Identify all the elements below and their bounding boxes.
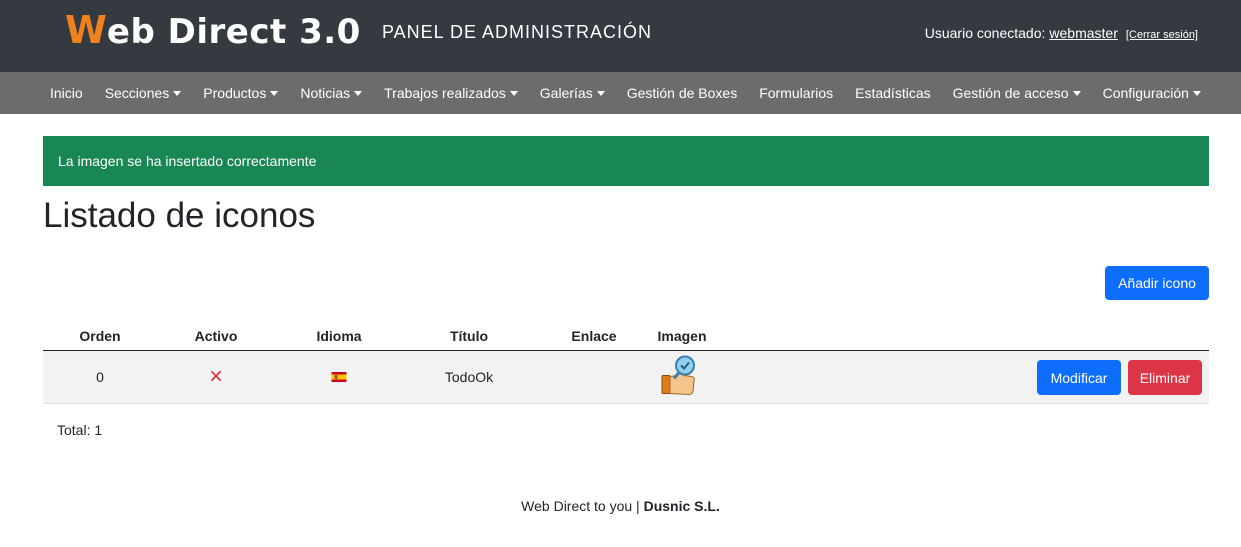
nav-item-trabajos-realizados[interactable]: Trabajos realizados: [373, 85, 529, 101]
brand-initial: W: [65, 8, 107, 52]
spain-flag-icon: [331, 372, 347, 382]
col-enlace[interactable]: Enlace: [571, 328, 616, 344]
nav-item-estadisticas[interactable]: Estadísticas: [844, 85, 941, 101]
top-header: Web Direct 3.0 PANEL DE ADMINISTRACIÓN U…: [0, 0, 1241, 72]
add-icon-button[interactable]: Añadir icono: [1105, 266, 1209, 300]
total-count: Total: 1: [57, 422, 103, 438]
icons-table: Orden Activo Idioma Título Enlace Imagen…: [43, 320, 1209, 404]
nav-item-secciones[interactable]: Secciones: [94, 85, 193, 101]
col-idioma[interactable]: Idioma: [316, 328, 361, 344]
modify-button[interactable]: Modificar: [1037, 360, 1121, 395]
chevron-down-icon: [173, 90, 182, 96]
user-label: Usuario conectado:: [924, 25, 1046, 41]
col-imagen[interactable]: Imagen: [657, 328, 706, 344]
chevron-down-icon: [596, 90, 605, 96]
nav-item-configuracion[interactable]: Configuración: [1092, 85, 1212, 101]
page-title: Listado de iconos: [43, 196, 316, 235]
main-nav: Inicio Secciones Productos Noticias Trab…: [0, 72, 1241, 114]
footer-text: Web Direct to you |: [521, 498, 640, 514]
chevron-down-icon: [1192, 90, 1201, 96]
logout-link[interactable]: [Cerrar sesión]: [1126, 29, 1198, 41]
brand-logo: Web Direct 3.0: [65, 8, 361, 58]
username-link[interactable]: webmaster: [1049, 25, 1117, 41]
chevron-down-icon: [509, 90, 518, 96]
nav-item-gestion-acceso[interactable]: Gestión de acceso: [942, 85, 1092, 101]
footer: Web Direct to you | Dusnic S.L.: [0, 498, 1241, 514]
nav-item-noticias[interactable]: Noticias: [289, 85, 373, 101]
col-activo[interactable]: Activo: [195, 328, 238, 344]
brand-name: eb Direct 3.0: [106, 12, 361, 52]
x-icon[interactable]: ✕: [208, 367, 223, 388]
nav-item-galerias[interactable]: Galerías: [529, 85, 616, 101]
delete-button[interactable]: Eliminar: [1128, 360, 1202, 395]
nav-item-productos[interactable]: Productos: [192, 85, 289, 101]
cell-titulo: TodoOk: [444, 369, 494, 385]
alert-message: La imagen se ha insertado correctamente: [58, 153, 317, 169]
col-orden[interactable]: Orden: [79, 328, 120, 344]
chevron-down-icon: [1072, 90, 1081, 96]
col-titulo[interactable]: Título: [450, 328, 488, 344]
table-row: 0 ✕ TodoOk Modificar Eliminar: [43, 351, 1209, 404]
nav-item-gestion-boxes[interactable]: Gestión de Boxes: [616, 85, 749, 101]
footer-company: Dusnic S.L.: [643, 498, 720, 514]
thumbs-up-magnifier-icon: [660, 354, 700, 401]
cell-orden: 0: [96, 369, 104, 385]
nav-item-inicio[interactable]: Inicio: [39, 85, 94, 101]
user-info: Usuario conectado: webmaster [Cerrar ses…: [925, 25, 1198, 41]
panel-subtitle: PANEL DE ADMINISTRACIÓN: [382, 22, 653, 42]
chevron-down-icon: [270, 90, 279, 96]
success-alert: La imagen se ha insertado correctamente: [43, 136, 1209, 186]
chevron-down-icon: [354, 90, 363, 96]
table-header: Orden Activo Idioma Título Enlace Imagen: [43, 320, 1209, 351]
nav-item-formularios[interactable]: Formularios: [748, 85, 844, 101]
